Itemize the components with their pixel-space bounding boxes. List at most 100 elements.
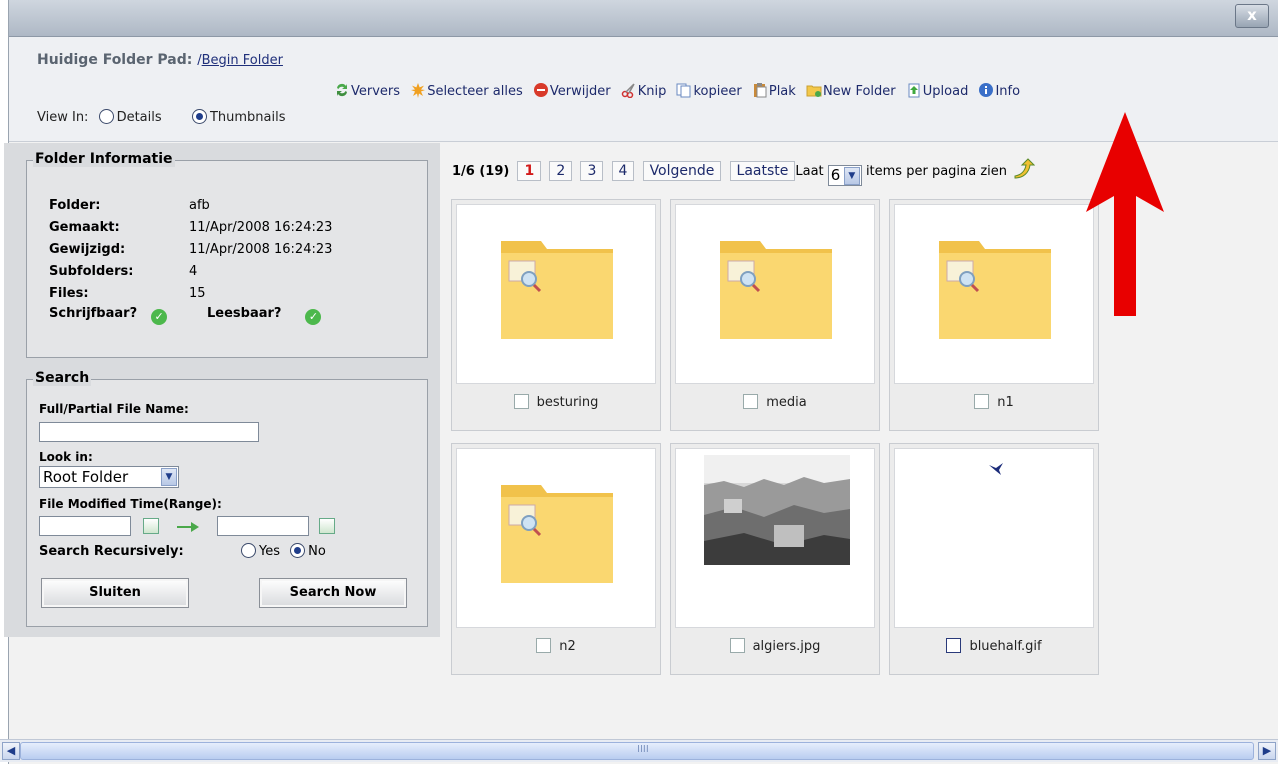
- copy-icon: [676, 83, 691, 98]
- recursive-no-label[interactable]: No: [308, 544, 326, 559]
- date-to-input[interactable]: [217, 516, 309, 536]
- cut-label: Knip: [637, 84, 667, 99]
- thumbnail-item[interactable]: n2: [451, 443, 661, 675]
- per-page-select[interactable]: 6 ▼: [827, 165, 862, 186]
- folder-info-panel: Folder Informatie Folder: afb Gemaakt: 11/…: [26, 151, 428, 358]
- select-checkbox[interactable]: [974, 394, 990, 409]
- recursive-yes-label[interactable]: Yes: [259, 544, 280, 559]
- item-name: n1: [997, 395, 1014, 410]
- thumbnail-preview: [675, 448, 875, 628]
- select-checkbox[interactable]: [513, 394, 529, 409]
- writable-label: Schrijfbaar?: [49, 305, 138, 321]
- thumbnail-caption: algiers.jpg: [671, 638, 879, 654]
- red-arrow-annotation: [1086, 112, 1164, 316]
- refresh-button[interactable]: Ververs: [334, 82, 400, 99]
- paste-button[interactable]: Plak: [752, 82, 796, 99]
- calendar-icon[interactable]: [143, 518, 159, 534]
- scroll-right-icon[interactable]: ▶: [1258, 742, 1276, 760]
- thumbnail-item[interactable]: besturing: [451, 199, 661, 431]
- recursive-yes-radio[interactable]: [241, 543, 256, 558]
- search-now-button[interactable]: Search Now: [259, 578, 407, 608]
- item-name: n2: [559, 639, 576, 654]
- page-2-button[interactable]: 2: [549, 161, 573, 181]
- select-all-label: Selecteer alles: [427, 84, 523, 99]
- copy-label: kopieer: [693, 84, 742, 99]
- page-1-button[interactable]: 1: [517, 161, 542, 181]
- page-3-button[interactable]: 3: [580, 161, 604, 181]
- info-key: Subfolders:: [49, 263, 134, 279]
- view-mode: View In: Details Thumbnails: [37, 109, 285, 125]
- file-name-label: Full/Partial File Name:: [39, 402, 189, 416]
- search-title: Search: [33, 370, 92, 386]
- thumbnail-preview: [675, 204, 875, 384]
- horizontal-scrollbar[interactable]: ◀ IIII ▶: [0, 739, 1278, 762]
- recursive-label: Search Recursively:: [39, 544, 184, 559]
- select-checkbox[interactable]: [743, 394, 759, 409]
- scroll-thumb[interactable]: IIII: [20, 742, 1254, 760]
- show-label: Laat: [795, 164, 824, 179]
- calendar-icon[interactable]: [319, 518, 335, 534]
- upload-button[interactable]: Upload: [906, 82, 968, 99]
- paste-label: Plak: [768, 84, 796, 99]
- date-from-input[interactable]: [39, 516, 131, 536]
- path-label: Huidige Folder Pad:: [37, 52, 193, 68]
- thumbnail-item[interactable]: media: [670, 199, 880, 431]
- folder-info-table: Folder: afb Gemaakt: 11/Apr/2008 16:24:23 …: [49, 194, 332, 326]
- close-search-button[interactable]: Sluiten: [41, 578, 189, 608]
- current-path: Huidige Folder Pad: /Begin Folder: [37, 52, 283, 68]
- folder-info-title: Folder Informatie: [33, 151, 175, 167]
- details-radio[interactable]: [98, 109, 114, 124]
- thumbnails-radio[interactable]: [191, 109, 207, 124]
- select-all-button[interactable]: Selecteer alles: [410, 82, 523, 99]
- select-checkbox[interactable]: [946, 638, 962, 653]
- info-value: 11/Apr/2008 16:24:23: [189, 219, 333, 235]
- copy-button[interactable]: kopieer: [676, 82, 742, 99]
- folder-icon: [501, 485, 613, 583]
- look-in-value: Root Folder: [43, 468, 129, 486]
- thumbnail-preview: [894, 204, 1094, 384]
- file-name-input[interactable]: [39, 422, 259, 442]
- scroll-left-icon[interactable]: ◀: [2, 742, 20, 760]
- info-value: 11/Apr/2008 16:24:23: [189, 241, 333, 257]
- info-key: Gewijzigd:: [49, 241, 126, 257]
- look-in-label: Look in:: [39, 450, 93, 464]
- cut-button[interactable]: Knip: [621, 82, 667, 99]
- thumbnail-caption: bluehalf.gif: [890, 638, 1098, 654]
- thumbnail-preview: [894, 448, 1094, 628]
- select-checkbox[interactable]: [536, 638, 552, 653]
- new-folder-button[interactable]: New Folder: [806, 82, 896, 99]
- search-panel: Search Full/Partial File Name: Look in: …: [26, 370, 428, 627]
- thumbnail-item[interactable]: algiers.jpg: [670, 443, 880, 675]
- toolbar: Ververs Selecteer alles Verwijder Knip k…: [334, 82, 1026, 99]
- go-arrow-icon[interactable]: [1011, 158, 1036, 180]
- close-button[interactable]: x: [1235, 4, 1269, 28]
- details-label[interactable]: Details: [117, 110, 162, 125]
- info-label: Info: [995, 84, 1021, 99]
- begin-folder-link[interactable]: Begin Folder: [202, 53, 283, 68]
- info-button[interactable]: Info: [978, 82, 1020, 99]
- info-key: Files:: [49, 285, 89, 301]
- delete-label: Verwijder: [549, 84, 611, 99]
- delete-button[interactable]: Verwijder: [533, 82, 611, 99]
- next-page-button[interactable]: Volgende: [642, 161, 722, 181]
- new-folder-label: New Folder: [822, 84, 896, 99]
- page-4-button[interactable]: 4: [611, 161, 635, 181]
- last-page-button[interactable]: Laatste: [729, 161, 796, 181]
- gif-thumbnail: [989, 463, 1003, 475]
- per-page-value: 6: [830, 166, 841, 184]
- recursive-no-radio[interactable]: [290, 543, 306, 558]
- item-name: bluehalf.gif: [969, 639, 1042, 654]
- modified-time-label: File Modified Time(Range):: [39, 497, 222, 511]
- recursive-options: Yes No: [235, 543, 326, 559]
- page-status: 1/6 (19): [452, 164, 510, 179]
- select-checkbox[interactable]: [729, 638, 745, 653]
- info-value: 4: [189, 263, 198, 279]
- folder-icon: [720, 241, 832, 339]
- look-in-select[interactable]: Root Folder ▼: [39, 466, 179, 488]
- thumbnail-item[interactable]: n1: [889, 199, 1099, 431]
- thumbnail-item[interactable]: bluehalf.gif: [889, 443, 1099, 675]
- delete-icon: [533, 83, 548, 97]
- item-name: media: [766, 395, 807, 410]
- item-name: besturing: [536, 395, 599, 410]
- thumbnails-label[interactable]: Thumbnails: [210, 110, 286, 125]
